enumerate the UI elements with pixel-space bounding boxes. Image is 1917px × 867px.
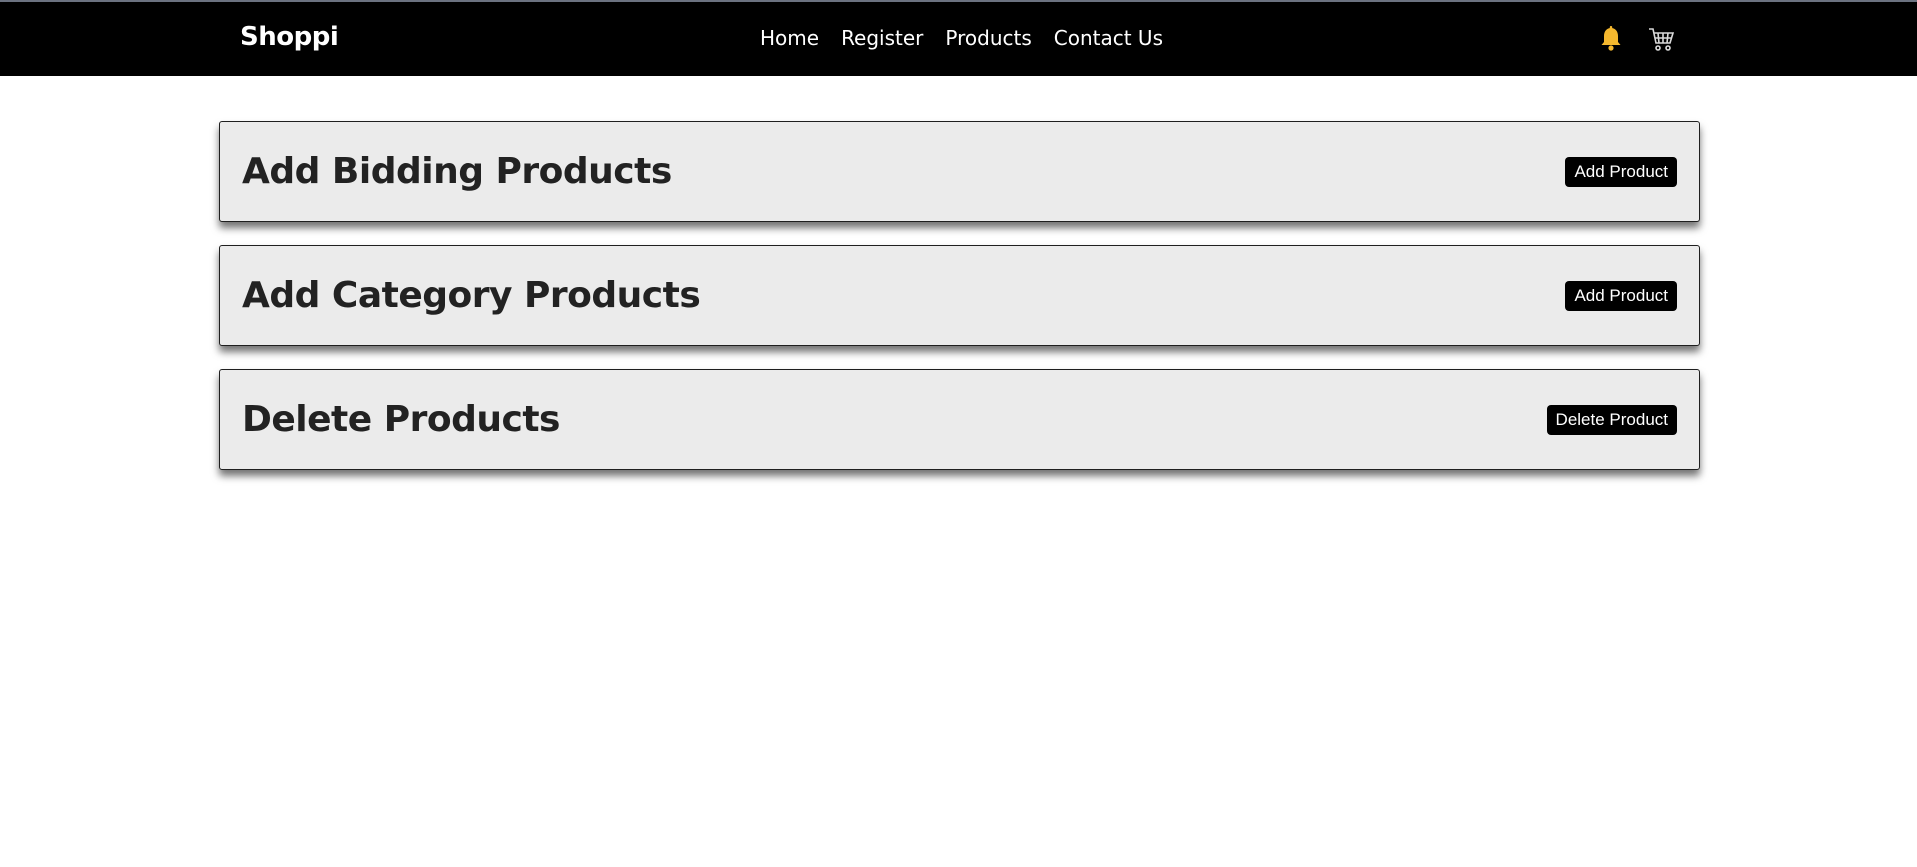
card-title: Delete Products [242, 399, 560, 440]
nav-products-link[interactable]: Products [945, 26, 1031, 50]
category-products-card: Add Category Products Add Product [219, 245, 1700, 346]
header-icons [1596, 24, 1676, 54]
card-title: Add Category Products [242, 275, 701, 316]
cart-icon[interactable] [1646, 24, 1676, 54]
bidding-products-card: Add Bidding Products Add Product [219, 121, 1700, 222]
top-navbar: Shoppi Home Register Products Contact Us [0, 0, 1917, 76]
delete-products-card: Delete Products Delete Product [219, 369, 1700, 470]
delete-product-button[interactable]: Delete Product [1546, 404, 1677, 435]
add-category-product-button[interactable]: Add Product [1565, 280, 1677, 311]
add-bidding-product-button[interactable]: Add Product [1565, 156, 1677, 187]
nav-contact-link[interactable]: Contact Us [1054, 26, 1163, 50]
admin-actions: Add Bidding Products Add Product Add Cat… [219, 121, 1700, 493]
brand-logo[interactable]: Shoppi [240, 22, 339, 52]
main-nav: Home Register Products Contact Us [760, 26, 1163, 50]
bell-icon[interactable] [1596, 24, 1626, 54]
nav-home-link[interactable]: Home [760, 26, 819, 50]
card-title: Add Bidding Products [242, 151, 672, 192]
nav-register-link[interactable]: Register [841, 26, 923, 50]
